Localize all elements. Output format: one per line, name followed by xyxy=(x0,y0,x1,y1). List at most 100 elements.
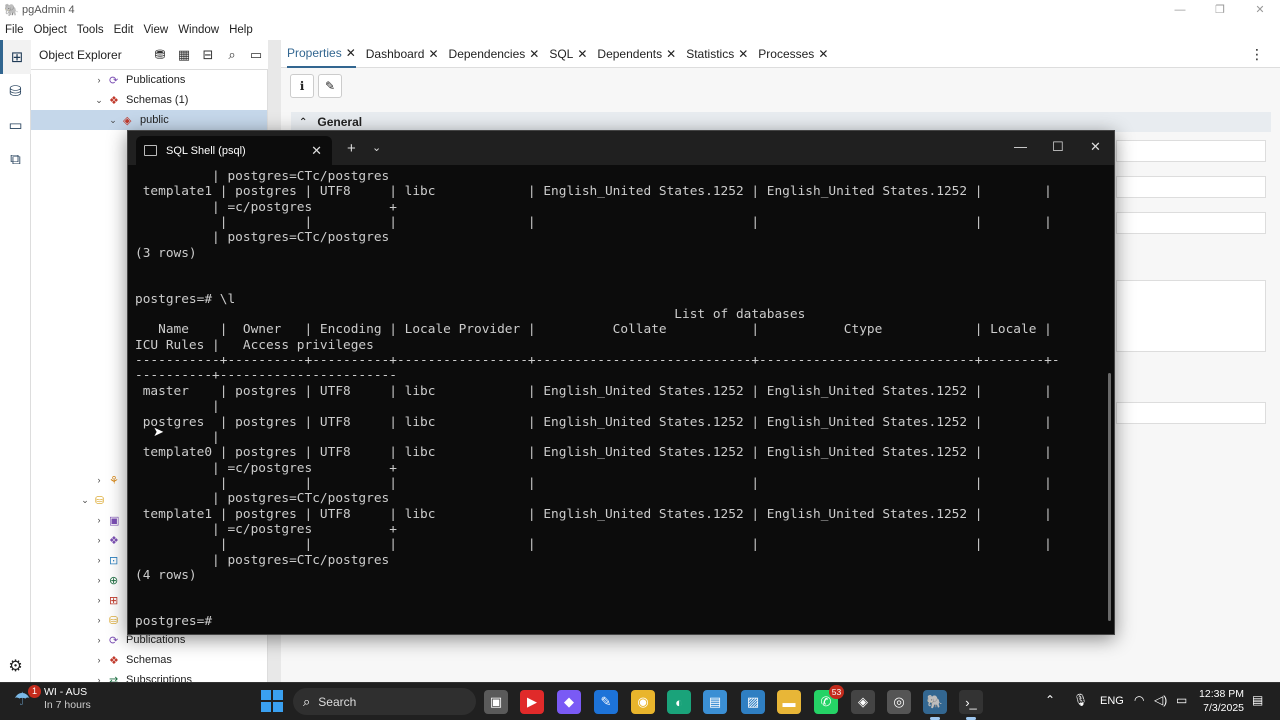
tree-chevron-icon[interactable]: › xyxy=(93,75,105,85)
tree-chevron-icon[interactable]: › xyxy=(93,655,105,665)
store-icon[interactable]: ▤ xyxy=(703,690,727,714)
whatsapp-icon[interactable]: ✆ 53 xyxy=(814,685,844,714)
app-icon[interactable]: ◈ xyxy=(851,690,875,714)
filter-rows-icon[interactable]: ⊟ xyxy=(196,43,220,67)
menu-help[interactable]: Help xyxy=(229,24,253,36)
tree-chevron-icon[interactable]: › xyxy=(93,535,105,545)
tree-node-selected[interactable]: ⌄ ◈ public xyxy=(31,110,267,130)
terminal-minimize-icon[interactable]: — xyxy=(1014,139,1027,154)
terminal-output[interactable]: | postgres=CTc/postgres template1 | post… xyxy=(135,169,1105,629)
tree-chevron-icon[interactable]: › xyxy=(93,515,105,525)
show-hidden-icons-chevron-icon[interactable]: ⌃ xyxy=(1045,693,1055,707)
close-tab-icon[interactable]: ✕ xyxy=(428,47,438,61)
menu-view[interactable]: View xyxy=(143,24,168,36)
tree-node[interactable]: › ⊕ xyxy=(93,570,126,590)
maximize-button[interactable]: ❐ xyxy=(1200,0,1240,20)
taskbar-search[interactable]: ⌕ Search xyxy=(293,688,476,715)
close-button[interactable]: ✕ xyxy=(1240,0,1280,20)
tree-chevron-icon[interactable]: › xyxy=(93,675,105,682)
edge-icon[interactable]: ◐ xyxy=(667,690,691,714)
edit-pencil-icon[interactable]: ✎ xyxy=(318,74,342,98)
terminal-icon[interactable]: ›_ xyxy=(959,690,983,720)
psql-tool-rail-icon[interactable]: ▭ xyxy=(0,108,31,142)
tree-node[interactable]: ⌄ ❖ Schemas (1) xyxy=(93,90,188,110)
tree-node[interactable]: › ⟳ Publications xyxy=(93,70,186,90)
tree-chevron-icon[interactable]: ⌄ xyxy=(93,95,105,106)
battery-icon[interactable]: ▭ xyxy=(1176,693,1187,707)
photos-icon[interactable]: ▨ xyxy=(741,690,765,714)
general-section-header[interactable]: ⌃ General xyxy=(291,112,1271,132)
tab-properties[interactable]: Properties ✕ xyxy=(287,40,356,68)
tree-node[interactable]: ⌄ ⛁ xyxy=(79,490,112,510)
close-tab-icon[interactable]: ✕ xyxy=(666,47,676,61)
tree-node[interactable]: › ⊡ xyxy=(93,550,126,570)
copilot-icon[interactable]: ◆ xyxy=(557,690,581,714)
tab-dependents[interactable]: Dependents ✕ xyxy=(597,40,676,68)
recorder-icon[interactable]: ◎ xyxy=(887,690,911,714)
close-tab-icon[interactable]: ✕ xyxy=(311,143,322,159)
tree-node[interactable]: › ⚘ xyxy=(93,470,126,490)
property-field[interactable] xyxy=(1116,176,1266,198)
tree-node[interactable]: › ⛁ xyxy=(93,610,126,630)
database-rail-icon[interactable]: ⛁ xyxy=(0,74,31,108)
tree-node[interactable]: › ▣ xyxy=(93,510,126,530)
minimize-button[interactable]: — xyxy=(1160,0,1200,20)
tab-dashboard[interactable]: Dashboard ✕ xyxy=(366,40,439,68)
tree-chevron-icon[interactable]: › xyxy=(93,595,105,605)
system-clock[interactable]: 12:38 PM 7/3/2025 xyxy=(1196,687,1244,715)
more-options-icon[interactable]: ⋮ xyxy=(1250,46,1264,63)
menu-tools[interactable]: Tools xyxy=(77,24,104,36)
notifications-icon[interactable]: ▤ xyxy=(1252,693,1263,707)
psql-tool-icon[interactable]: ▭ xyxy=(244,43,268,67)
object-explorer-rail-icon[interactable]: ⊞ xyxy=(0,40,31,74)
tree-chevron-icon[interactable]: ⌄ xyxy=(79,495,91,506)
microphone-icon[interactable]: 🎙 xyxy=(1073,693,1088,707)
close-tab-icon[interactable]: ✕ xyxy=(818,47,828,61)
terminal-tab[interactable]: SQL Shell (psql) ✕ xyxy=(136,136,332,165)
tree-node[interactable]: › ⊞ xyxy=(93,590,126,610)
windows-start-icon[interactable] xyxy=(261,690,283,712)
weather-widget[interactable]: ☂ 1 WI - AUS In 7 hours xyxy=(14,685,91,712)
close-tab-icon[interactable]: ✕ xyxy=(346,46,356,60)
wifi-icon[interactable]: ◠ xyxy=(1134,693,1144,707)
comment-textarea[interactable] xyxy=(1116,280,1266,352)
tab-dropdown-chevron-icon[interactable]: ⌄ xyxy=(372,141,381,154)
task-view-icon[interactable]: ▣ xyxy=(484,690,508,714)
query-tool-icon[interactable]: ⛃ xyxy=(148,43,172,67)
tab-processes[interactable]: Processes ✕ xyxy=(758,40,828,68)
language-indicator[interactable]: ENG xyxy=(1100,695,1124,707)
chrome-icon[interactable]: ◉ xyxy=(631,690,655,714)
tree-node[interactable]: › ❖ Schemas xyxy=(93,650,172,670)
close-tab-icon[interactable]: ✕ xyxy=(529,47,539,61)
property-field[interactable] xyxy=(1116,212,1266,234)
settings-gear-icon[interactable]: ⚙ xyxy=(0,656,31,676)
youtube-icon[interactable]: ▶ xyxy=(520,690,544,714)
tab-statistics[interactable]: Statistics ✕ xyxy=(686,40,748,68)
menu-window[interactable]: Window xyxy=(178,24,219,36)
terminal-close-icon[interactable]: ✕ xyxy=(1090,139,1101,155)
new-tab-plus-icon[interactable]: + xyxy=(347,140,356,157)
property-field[interactable] xyxy=(1116,140,1266,162)
menu-edit[interactable]: Edit xyxy=(114,24,134,36)
pgadmin-icon[interactable]: 🐘 xyxy=(923,690,947,720)
tree-chevron-icon[interactable]: ⌄ xyxy=(107,115,119,126)
tree-chevron-icon[interactable]: › xyxy=(93,615,105,625)
close-tab-icon[interactable]: ✕ xyxy=(577,47,587,61)
tree-chevron-icon[interactable]: › xyxy=(93,575,105,585)
tree-node[interactable]: › ⇄ Subscriptions xyxy=(93,670,193,682)
tree-chevron-icon[interactable]: › xyxy=(93,555,105,565)
volume-icon[interactable]: ◁) xyxy=(1154,693,1167,707)
terminal-scrollbar[interactable] xyxy=(1108,373,1111,621)
terminal-maximize-icon[interactable]: ☐ xyxy=(1052,139,1064,155)
tree-chevron-icon[interactable]: › xyxy=(93,635,105,645)
close-tab-icon[interactable]: ✕ xyxy=(738,47,748,61)
menu-file[interactable]: File xyxy=(5,24,24,36)
tab-sql[interactable]: SQL ✕ xyxy=(549,40,587,68)
editor-icon[interactable]: ✎ xyxy=(594,690,618,714)
menu-object[interactable]: Object xyxy=(34,24,67,36)
psql-terminal-window[interactable]: SQL Shell (psql) ✕ + ⌄ — ☐ ✕ | postgres=… xyxy=(127,130,1115,635)
info-icon[interactable]: ℹ xyxy=(290,74,314,98)
search-objects-icon[interactable]: ⌕ xyxy=(220,43,244,67)
tab-dependencies[interactable]: Dependencies ✕ xyxy=(449,40,540,68)
schema-diff-rail-icon[interactable]: ⧉ xyxy=(0,142,31,176)
